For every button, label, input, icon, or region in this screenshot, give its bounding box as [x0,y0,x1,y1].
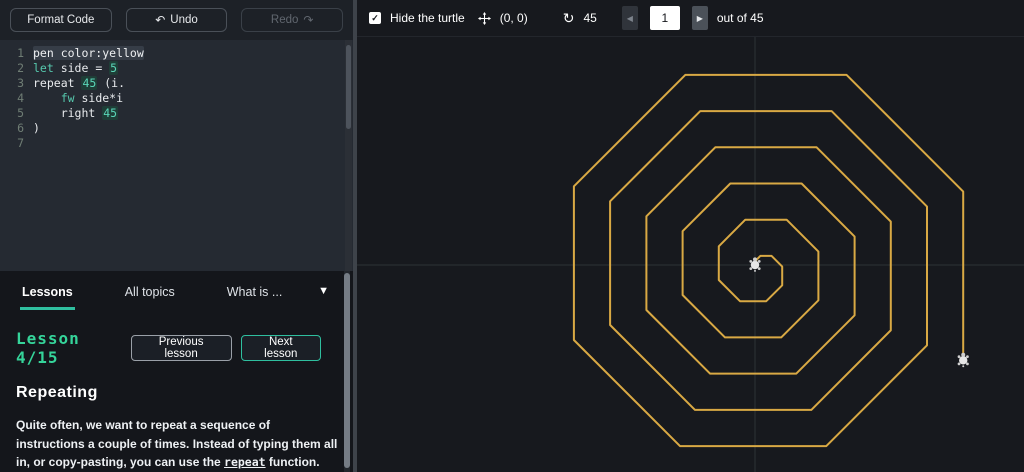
line-number: 3 [17,75,24,90]
code-text: pen color:yellow [33,45,144,60]
lesson-scrollbar[interactable] [344,271,350,472]
lesson-body-text: function. [265,455,320,470]
tabs-bar: Lessons All topics What is ... ▼ [0,271,353,311]
tabs-list: Lessons All topics What is ... [20,272,318,310]
repeat-function-link[interactable]: repeat [224,455,266,469]
lesson-heading: Repeating [16,384,98,401]
line-number: 4 [17,90,24,105]
lesson-section: Lessons All topics What is ... ▼ Lesson 4/… [0,271,353,472]
line-number: 1 [17,45,24,60]
spiral-path [572,73,965,448]
step-back-button[interactable]: ◀ [621,6,638,30]
turtle-icon [957,352,969,368]
code-editor[interactable]: 1 pen color:yellow 2 let side = 5 3 repeat 45… [0,39,353,271]
step-total-label: out of 45 [716,11,764,25]
next-lesson-button[interactable]: Next lesson [240,335,321,361]
lesson-nav-buttons: Previous lesson Next lesson [130,335,321,361]
code-text: let side = 5 [33,60,119,75]
line-number: 7 [17,135,24,150]
editor-scrollbar[interactable] [345,39,352,271]
redo-button[interactable]: Redo ↷ [241,7,344,32]
angle-value: 45 [583,11,597,25]
code-line[interactable]: 7 [0,136,353,151]
rotate-icon: ↻ [562,10,575,26]
code-line[interactable]: 1 pen color:yellow [0,45,353,61]
check-icon: ✓ [371,12,379,23]
lesson-panel: Lesson 4/15 Previous lesson Next lesson … [0,311,353,472]
left-panel: Format Code ↶ Undo Redo ↷ 1 pen color:yel… [0,0,353,472]
undo-icon: ↶ [155,12,166,27]
tab-lessons[interactable]: Lessons [20,272,75,310]
move-icon [477,11,491,25]
lesson-scrollbar-thumb[interactable] [344,273,350,468]
code-line[interactable]: 3 repeat 45 (i. [0,75,353,91]
line-number: 5 [17,105,24,120]
code-line[interactable]: 4 fw side*i [0,91,353,106]
chevron-down-icon[interactable]: ▼ [318,285,333,297]
hide-turtle-label: Hide the turtle [390,11,465,25]
tab-what-is[interactable]: What is ... [225,272,285,310]
editor-scrollbar-thumb[interactable] [346,44,351,129]
line-number: 6 [17,120,24,135]
right-panel: ✓ Hide the turtle (0, 0) ↻ 45 ◀ 1 ▶ out … [357,0,1024,472]
code-text: right 45 [60,105,119,120]
code-text: fw side*i [60,90,124,105]
step-input[interactable] [649,6,680,30]
lesson-body: Quite often, we want to repeat a sequenc… [16,416,338,472]
previous-lesson-button[interactable]: Previous lesson [130,335,232,361]
code-line[interactable]: 6) [0,121,353,136]
editor-toolbar: Format Code ↶ Undo Redo ↷ [0,0,353,40]
code-lines: 1 pen color:yellow 2 let side = 5 3 repeat 45… [0,45,353,151]
redo-label: Redo [270,13,299,26]
tab-all-topics[interactable]: All topics [123,272,177,310]
coordinates-value: (0, 0) [499,11,528,25]
lesson-header: Lesson 4/15 Previous lesson Next lesson [16,329,337,367]
hide-turtle-checkbox[interactable]: ✓ [369,12,381,24]
undo-button[interactable]: ↶ Undo [125,7,228,32]
format-code-button[interactable]: Format Code [10,7,112,32]
step-forward-button[interactable]: ▶ [691,6,708,30]
canvas-toolbar: ✓ Hide the turtle (0, 0) ↻ 45 ◀ 1 ▶ out … [357,0,1024,37]
lesson-title: Lesson 4/15 [16,329,80,367]
redo-icon: ↷ [303,12,314,27]
code-text: repeat 45 (i. [33,75,126,90]
code-line[interactable]: 2 let side = 5 [0,60,353,76]
line-number: 2 [17,60,24,75]
turtle-canvas[interactable] [357,37,1024,472]
app-window: Format Code ↶ Undo Redo ↷ 1 pen color:yel… [0,0,1024,472]
undo-label: Undo [170,13,198,26]
code-line[interactable]: 5 right 45 [0,105,353,121]
code-text: ) [33,120,40,135]
